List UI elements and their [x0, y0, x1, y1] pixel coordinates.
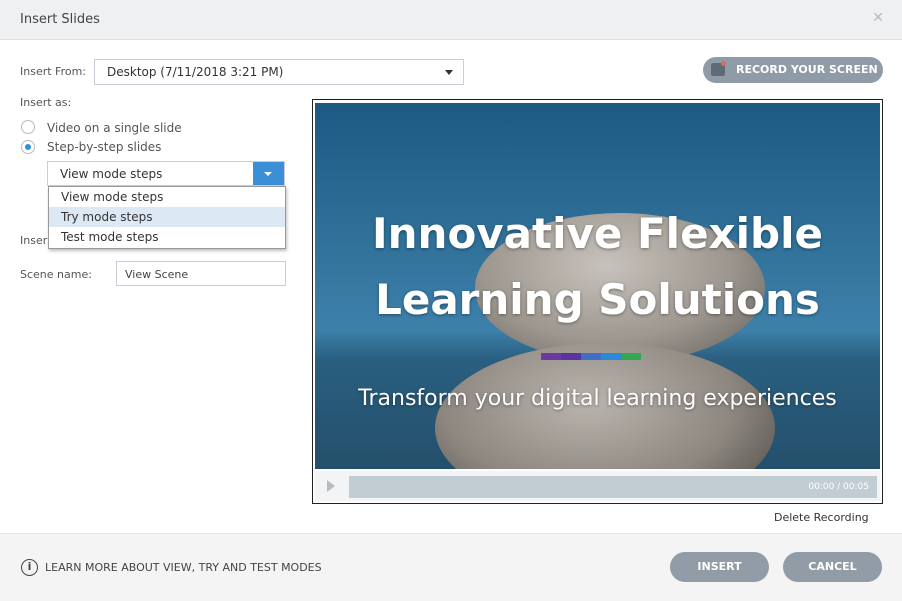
radio-step-by-step[interactable] — [21, 140, 35, 154]
info-icon: i — [21, 559, 38, 576]
insert-as-label: Insert as: — [20, 96, 72, 109]
color-bar-segment — [561, 353, 581, 360]
color-bar-segment — [541, 353, 561, 360]
chevron-down-icon[interactable] — [253, 162, 284, 185]
dialog-title: Insert Slides — [20, 12, 100, 27]
delete-recording-link[interactable]: Delete Recording — [774, 511, 869, 524]
cancel-button[interactable]: CANCEL — [783, 552, 882, 582]
color-bar-segment — [601, 353, 621, 360]
menu-item-test[interactable]: Test mode steps — [49, 227, 285, 247]
insert-label-partial: Inser — [20, 234, 48, 247]
scene-name-input[interactable]: View Scene — [116, 261, 286, 286]
menu-item-try[interactable]: Try mode steps — [49, 207, 285, 227]
slide-title-line1: Innovative Flexible — [372, 209, 823, 258]
color-bar-segment — [581, 353, 601, 360]
learn-more-link[interactable]: LEARN MORE ABOUT VIEW, TRY AND TEST MODE… — [45, 561, 322, 574]
slide-title-line2: Learning Solutions — [375, 275, 820, 324]
radio-video-single-slide[interactable] — [21, 120, 35, 134]
chevron-down-icon — [445, 70, 453, 75]
color-bar-segment — [621, 353, 641, 360]
title-bar: Insert Slides ✕ — [0, 0, 902, 40]
close-icon[interactable]: ✕ — [872, 10, 884, 26]
color-bar — [541, 353, 641, 360]
scene-name-label: Scene name: — [20, 268, 92, 281]
steps-mode-menu: View mode steps Try mode steps Test mode… — [48, 186, 286, 249]
insert-from-select[interactable]: Desktop (7/11/2018 3:21 PM) — [94, 59, 464, 85]
time-readout: 00:00 / 00:05 — [808, 482, 869, 492]
insert-from-label: Insert From: — [20, 65, 87, 78]
insert-from-value: Desktop (7/11/2018 3:21 PM) — [107, 65, 284, 79]
video-preview: Innovative Flexible Learning Solutions T… — [312, 99, 883, 504]
dropdown-value: View mode steps — [60, 167, 163, 181]
menu-item-view[interactable]: View mode steps — [49, 187, 285, 207]
radio-label: Step-by-step slides — [47, 140, 162, 154]
player-controls: 00:00 / 00:05 — [315, 471, 880, 501]
seek-bar[interactable]: 00:00 / 00:05 — [349, 476, 877, 498]
slide-image: Innovative Flexible Learning Solutions T… — [315, 103, 880, 469]
record-label: RECORD YOUR SCREEN — [736, 63, 878, 76]
radio-label: Video on a single slide — [47, 121, 182, 135]
play-icon[interactable] — [327, 480, 335, 492]
slide-subtitle: Transform your digital learning experien… — [358, 386, 837, 411]
steps-mode-dropdown[interactable]: View mode steps — [47, 161, 285, 186]
footer: i LEARN MORE ABOUT VIEW, TRY AND TEST MO… — [0, 533, 902, 601]
insert-button[interactable]: INSERT — [670, 552, 769, 582]
record-icon — [711, 61, 726, 76]
record-screen-button[interactable]: RECORD YOUR SCREEN — [703, 57, 883, 83]
